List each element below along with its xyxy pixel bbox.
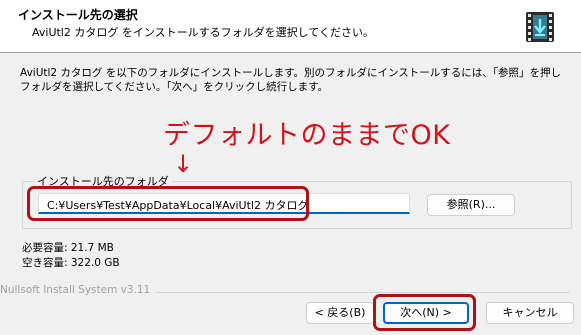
required-space-text: 必要容量: 21.7 MB [22,242,114,254]
page-subtitle: AviUtl2 カタログ をインストールするフォルダを選択してください。 [32,26,374,39]
header-panel: インストール先の選択 AviUtl2 カタログ をインストールするフォルダを選択… [0,0,581,53]
next-highlight-box [373,294,476,331]
browse-button[interactable]: 参照(R)... [427,194,515,216]
annotation-text: デフォルトのままでOK [163,120,451,151]
installer-icon [526,12,554,42]
back-button[interactable]: < 戻る(B) [306,302,374,324]
available-space-text: 空き容量: 322.0 GB [22,257,120,269]
page-title: インストール先の選択 [18,8,138,22]
nsis-branding-text: Nullsoft Install System v3.11 [0,284,157,296]
cancel-button[interactable]: キャンセル [486,302,574,324]
annotation-arrow-icon: ↓ [173,150,194,178]
instructions-text: AviUtl2 カタログ を以下のフォルダにインストールします。別のフォルダにイ… [20,67,562,93]
path-highlight-box [27,186,309,221]
